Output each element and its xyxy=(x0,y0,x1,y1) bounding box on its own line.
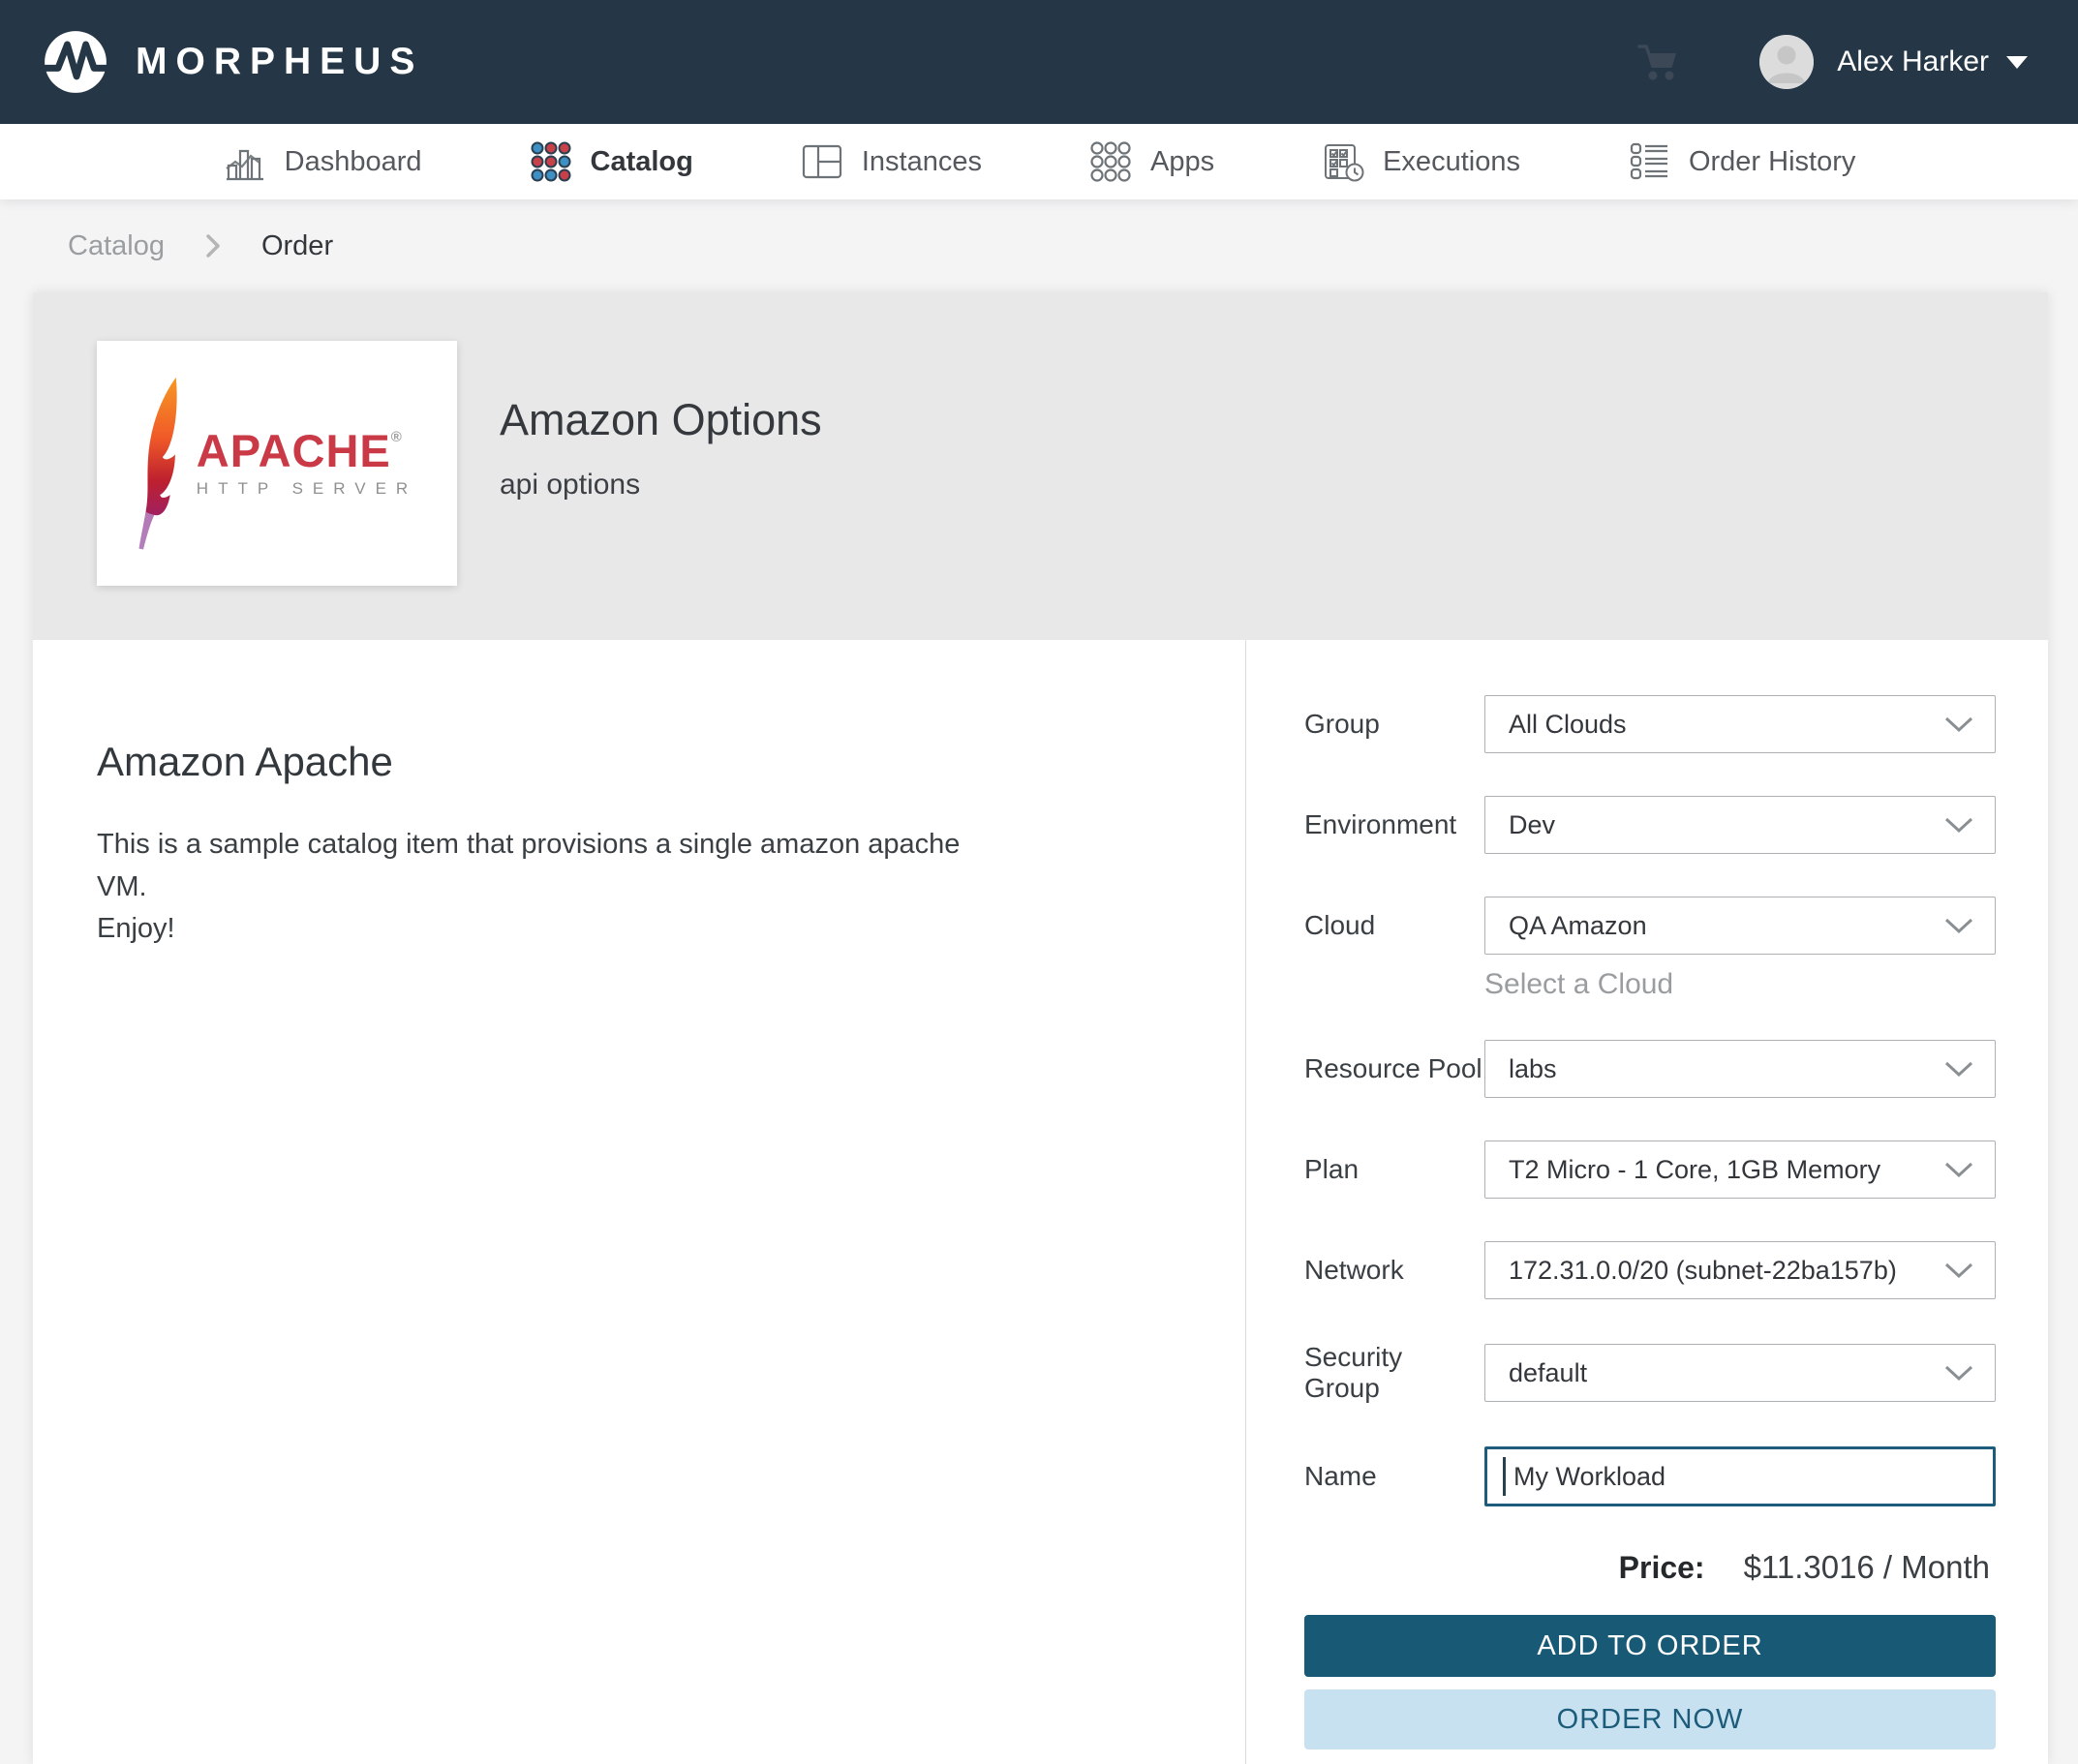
chevron-down-icon xyxy=(1944,816,1973,834)
breadcrumb: Catalog Order xyxy=(0,199,2078,292)
select-value: labs xyxy=(1509,1054,1557,1084)
field-label: Resource Pool xyxy=(1304,1053,1484,1084)
chevron-down-icon xyxy=(1944,1060,1973,1078)
order-now-button[interactable]: ORDER NOW xyxy=(1304,1689,1996,1749)
order-form-panel: Group All Clouds Environment Dev Cloud Q… xyxy=(1246,640,2048,1764)
nav-label: Apps xyxy=(1150,146,1214,178)
top-navbar: MORPHEUS Alex Harker xyxy=(0,0,2078,124)
select-value: All Clouds xyxy=(1509,710,1627,740)
field-row-cloud: Cloud QA Amazon xyxy=(1304,897,1996,955)
select-value: T2 Micro - 1 Core, 1GB Memory xyxy=(1509,1155,1880,1185)
caret-down-icon xyxy=(2006,56,2028,69)
name-input-value: My Workload xyxy=(1513,1462,1665,1492)
text-cursor xyxy=(1503,1457,1506,1496)
chevron-down-icon xyxy=(1944,1161,1973,1178)
chevron-down-icon xyxy=(1944,1262,1973,1279)
nav-label: Order History xyxy=(1689,146,1855,178)
select-value: default xyxy=(1509,1358,1587,1388)
field-row-security-group: Security Group default xyxy=(1304,1342,1996,1404)
environment-select[interactable]: Dev xyxy=(1484,796,1996,854)
brand-name: MORPHEUS xyxy=(136,41,423,83)
nav-label: Dashboard xyxy=(285,146,422,178)
field-row-group: Group All Clouds xyxy=(1304,695,1996,753)
apache-wordmark: APACHE® xyxy=(197,428,417,473)
dashboard-icon xyxy=(223,139,267,184)
add-to-order-button[interactable]: ADD TO ORDER xyxy=(1304,1615,1996,1677)
network-select[interactable]: 172.31.0.0/20 (subnet-22ba157b) xyxy=(1484,1241,1996,1299)
morpheus-logo-icon xyxy=(43,29,108,95)
field-row-resource-pool: Resource Pool labs xyxy=(1304,1040,1996,1098)
apache-feather-icon xyxy=(137,374,187,554)
field-label: Cloud xyxy=(1304,910,1484,941)
field-label: Plan xyxy=(1304,1154,1484,1185)
price-row: Price: $11.3016 / Month xyxy=(1304,1549,1990,1586)
field-label: Environment xyxy=(1304,809,1484,840)
breadcrumb-current: Order xyxy=(261,230,333,262)
user-menu[interactable]: Alex Harker xyxy=(1759,35,2028,89)
catalog-icon xyxy=(529,139,573,184)
nav-item-apps[interactable]: Apps xyxy=(1088,139,1214,184)
name-input[interactable]: My Workload xyxy=(1484,1446,1996,1506)
plan-select[interactable]: T2 Micro - 1 Core, 1GB Memory xyxy=(1484,1141,1996,1199)
chevron-down-icon xyxy=(1944,715,1973,733)
avatar xyxy=(1759,35,1814,89)
nav-item-instances[interactable]: Instances xyxy=(800,139,982,184)
select-value: QA Amazon xyxy=(1509,911,1647,941)
nav-item-executions[interactable]: Executions xyxy=(1321,139,1520,184)
nav-label: Executions xyxy=(1383,146,1520,178)
security-group-select[interactable]: default xyxy=(1484,1344,1996,1402)
price-value: $11.3016 / Month xyxy=(1744,1549,1990,1586)
select-value: 172.31.0.0/20 (subnet-22ba157b) xyxy=(1509,1256,1897,1286)
item-heading: Amazon Apache xyxy=(97,739,1168,785)
field-row-plan: Plan T2 Micro - 1 Core, 1GB Memory xyxy=(1304,1141,1996,1199)
cloud-select[interactable]: QA Amazon xyxy=(1484,897,1996,955)
nav-label: Catalog xyxy=(591,146,693,178)
page-title: Amazon Options xyxy=(500,395,822,445)
nav-item-catalog[interactable]: Catalog xyxy=(529,139,693,184)
field-label: Security Group xyxy=(1304,1342,1484,1404)
hero-section: APACHE® HTTP SERVER Amazon Options api o… xyxy=(33,292,2048,640)
field-row-name: Name My Workload xyxy=(1304,1446,1996,1506)
item-description: This is a sample catalog item that provi… xyxy=(97,824,968,951)
main-nav: Dashboard Catalog Instances xyxy=(0,124,2078,199)
order-history-icon xyxy=(1627,139,1671,184)
field-row-network: Network 172.31.0.0/20 (subnet-22ba157b) xyxy=(1304,1241,1996,1299)
field-label: Name xyxy=(1304,1461,1484,1492)
apps-icon xyxy=(1088,139,1133,184)
price-label: Price: xyxy=(1619,1550,1705,1586)
resource-pool-select[interactable]: labs xyxy=(1484,1040,1996,1098)
field-label: Network xyxy=(1304,1255,1484,1286)
executions-icon xyxy=(1321,139,1365,184)
chevron-down-icon xyxy=(1944,917,1973,934)
chevron-right-icon xyxy=(205,233,221,259)
user-name: Alex Harker xyxy=(1837,46,1989,78)
nav-item-dashboard[interactable]: Dashboard xyxy=(223,139,422,184)
field-label: Group xyxy=(1304,709,1484,740)
chevron-down-icon xyxy=(1944,1364,1973,1382)
apache-logo: APACHE® HTTP SERVER xyxy=(137,374,417,554)
page-subtitle: api options xyxy=(500,469,822,502)
select-value: Dev xyxy=(1509,810,1555,840)
group-select[interactable]: All Clouds xyxy=(1484,695,1996,753)
catalog-item-logo-card: APACHE® HTTP SERVER xyxy=(97,341,457,586)
apache-sub-wordmark: HTTP SERVER xyxy=(197,479,417,499)
field-row-environment: Environment Dev xyxy=(1304,796,1996,854)
breadcrumb-catalog-link[interactable]: Catalog xyxy=(68,230,165,262)
nav-label: Instances xyxy=(862,146,982,178)
cart-icon[interactable] xyxy=(1634,36,1686,88)
cloud-helper-text: Select a Cloud xyxy=(1484,968,1996,1001)
instances-icon xyxy=(800,139,844,184)
item-details-panel: Amazon Apache This is a sample catalog i… xyxy=(33,640,1246,1764)
nav-item-order-history[interactable]: Order History xyxy=(1627,139,1855,184)
content-card: APACHE® HTTP SERVER Amazon Options api o… xyxy=(33,292,2048,1764)
brand[interactable]: MORPHEUS xyxy=(43,29,423,95)
